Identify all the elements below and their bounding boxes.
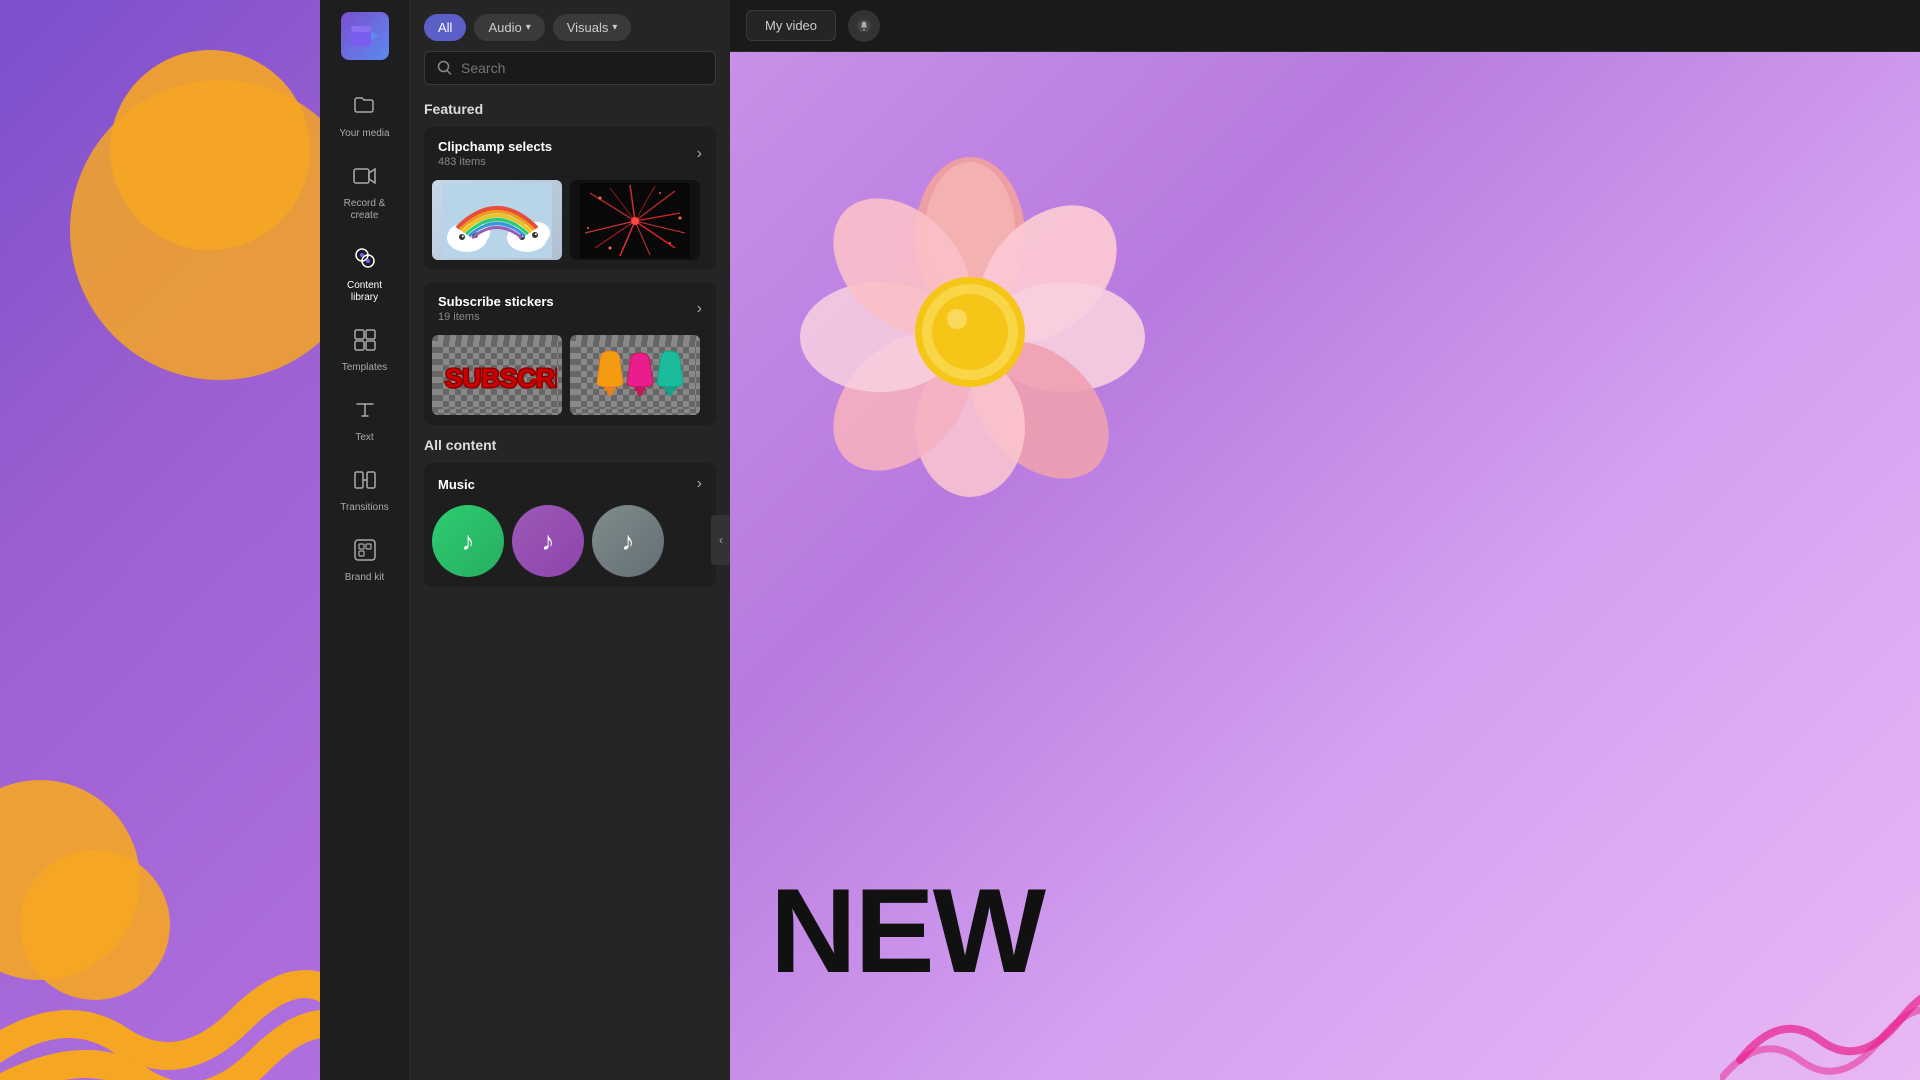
music-thumb-3: ♪ xyxy=(592,505,664,577)
orange-circle-top xyxy=(110,50,310,250)
clipchamp-selects-info: Clipchamp selects 483 items xyxy=(438,139,552,168)
clipchamp-selects-count: 483 items xyxy=(438,156,552,168)
music-title: Music xyxy=(438,477,475,492)
music-card-header[interactable]: Music › xyxy=(424,463,716,505)
subscribe-stickers-count: 19 items xyxy=(438,311,554,323)
canvas-preview: NEW xyxy=(730,52,1920,1080)
left-decorative-bg xyxy=(0,0,320,1080)
clipchamp-selects-title: Clipchamp selects xyxy=(438,139,552,154)
audio-chevron-icon: ▾ xyxy=(526,22,531,33)
sidebar-item-transitions[interactable]: Transitions xyxy=(327,458,403,524)
transitions-icon xyxy=(353,468,377,498)
app-sidebar: Your media Record & create Content libra… xyxy=(320,0,410,1080)
subscribe-stickers-thumb-2 xyxy=(570,335,700,415)
subscribe-stickers-header[interactable]: Subscribe stickers 19 items › xyxy=(424,282,716,335)
clipchamp-selects-thumbnails xyxy=(424,180,716,270)
app-logo[interactable] xyxy=(341,12,389,60)
top-bar: My video xyxy=(730,0,1920,52)
content-library-icon xyxy=(353,246,377,276)
visuals-chevron-icon: ▾ xyxy=(612,22,617,33)
music-thumbnails: ♪ ♪ ♪ xyxy=(424,505,716,587)
sidebar-label-content-library: Content library xyxy=(333,280,397,304)
canvas-new-text: NEW xyxy=(770,862,1044,1000)
subscribe-stickers-card[interactable]: Subscribe stickers 19 items › xyxy=(424,282,716,425)
my-video-button[interactable]: My video xyxy=(746,10,836,41)
templates-icon xyxy=(353,328,377,358)
notification-icon xyxy=(855,17,873,35)
brand-kit-icon xyxy=(353,538,377,568)
sidebar-item-content-library[interactable]: Content library xyxy=(327,236,403,314)
filter-all-button[interactable]: All xyxy=(424,14,466,41)
search-icon xyxy=(437,60,453,76)
preview-area: My video xyxy=(730,0,1920,1080)
content-panel: All Audio ▾ Visuals ▾ Featured Clipchamp… xyxy=(410,0,730,1080)
subscribe-stickers-thumb-1: SUBSCRIBE + xyxy=(432,335,562,415)
sidebar-item-record-create[interactable]: Record & create xyxy=(327,154,403,232)
sidebar-label-your-media: Your media xyxy=(339,128,389,140)
subscribe-stickers-info: Subscribe stickers 19 items xyxy=(438,294,554,323)
music-card[interactable]: Music › ♪ ♪ ♪ xyxy=(424,463,716,587)
sidebar-label-brand-kit: Brand kit xyxy=(345,572,384,584)
canvas-background: NEW xyxy=(730,52,1920,1080)
all-content-section-title: All content xyxy=(424,437,716,453)
filter-visuals-button[interactable]: Visuals ▾ xyxy=(553,14,632,41)
music-arrow-icon: › xyxy=(697,475,702,493)
scroll-area[interactable]: Featured Clipchamp selects 483 items › xyxy=(410,95,730,1080)
sidebar-item-brand-kit[interactable]: Brand kit xyxy=(327,528,403,594)
search-input[interactable] xyxy=(461,60,703,76)
sidebar-item-text[interactable]: Text xyxy=(327,388,403,454)
sidebar-label-text: Text xyxy=(355,432,373,444)
clipchamp-selects-arrow-icon: › xyxy=(697,145,702,163)
folder-icon xyxy=(353,94,377,124)
text-icon xyxy=(353,398,377,428)
collapse-icon: ‹ xyxy=(719,533,723,547)
notification-button[interactable] xyxy=(848,10,880,42)
clipchamp-selects-header[interactable]: Clipchamp selects 483 items › xyxy=(424,127,716,180)
search-bar xyxy=(424,51,716,85)
collapse-panel-button[interactable]: ‹ xyxy=(711,515,731,565)
filter-audio-button[interactable]: Audio ▾ xyxy=(474,14,544,41)
sidebar-label-templates: Templates xyxy=(342,362,388,374)
sidebar-label-record-create: Record & create xyxy=(344,198,386,222)
sidebar-label-transitions: Transitions xyxy=(340,502,389,514)
music-thumb-2: ♪ xyxy=(512,505,584,577)
left-squiggle-svg xyxy=(0,780,320,1080)
music-thumb-1: ♪ xyxy=(432,505,504,577)
canvas-flower xyxy=(780,132,1160,512)
featured-section-title: Featured xyxy=(424,101,716,117)
sidebar-item-your-media[interactable]: Your media xyxy=(327,84,403,150)
subscribe-stickers-thumbnails: SUBSCRIBE + xyxy=(424,335,716,425)
svg-text:+: + xyxy=(532,367,545,392)
subscribe-stickers-arrow-icon: › xyxy=(697,300,702,318)
filter-tabs: All Audio ▾ Visuals ▾ xyxy=(410,0,730,51)
record-icon xyxy=(353,164,377,194)
pink-squiggle-svg xyxy=(1720,930,1920,1080)
clipchamp-selects-card[interactable]: Clipchamp selects 483 items › xyxy=(424,127,716,270)
sidebar-item-templates[interactable]: Templates xyxy=(327,318,403,384)
clipchamp-selects-thumb-1 xyxy=(432,180,562,260)
subscribe-stickers-title: Subscribe stickers xyxy=(438,294,554,309)
clipchamp-selects-thumb-2 xyxy=(570,180,700,260)
